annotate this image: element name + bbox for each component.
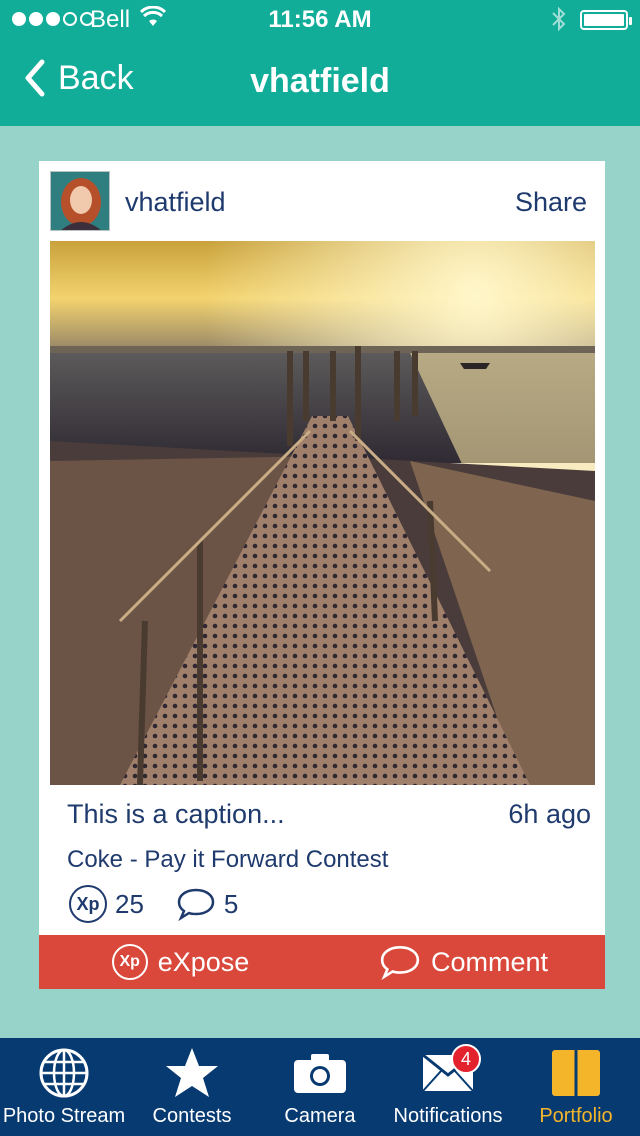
tab-photo-stream[interactable]: Photo Stream <box>0 1038 128 1136</box>
status-bar: Bell 11:56 AM <box>0 0 640 40</box>
comment-stat: 5 <box>176 887 238 921</box>
comment-bubble-icon <box>380 945 420 980</box>
post-photo[interactable] <box>50 241 595 785</box>
tab-portfolio[interactable]: Portfolio <box>512 1038 640 1136</box>
expose-label: eXpose <box>157 946 250 977</box>
comment-button[interactable]: Comment <box>322 935 605 989</box>
star-icon <box>164 1045 220 1101</box>
contest-link[interactable]: Coke - Pay it Forward Contest <box>67 846 388 874</box>
post-stats: Xp 25 5 <box>69 885 238 923</box>
tab-contests[interactable]: Contests <box>128 1038 256 1136</box>
post-timestamp: 6h ago <box>508 799 591 829</box>
notification-count-badge: 4 <box>451 1044 481 1074</box>
tab-label: Photo Stream <box>2 1105 126 1127</box>
comment-count: 5 <box>223 888 239 919</box>
post-caption: This is a caption... <box>67 799 285 829</box>
tab-camera[interactable]: Camera <box>256 1038 384 1136</box>
post-card: vhatfield Share This is a caption... 6h … <box>39 161 605 989</box>
book-icon <box>550 1045 602 1101</box>
post-action-bar: Xp eXpose Comment <box>39 935 605 989</box>
post-username[interactable]: vhatfield <box>125 187 226 218</box>
tab-label: Notifications <box>393 1105 503 1127</box>
xp-count: 25 <box>115 888 144 919</box>
xp-icon: Xp <box>69 885 107 923</box>
comment-label: Comment <box>430 946 549 977</box>
avatar[interactable] <box>50 171 110 231</box>
bluetooth-icon <box>550 6 568 38</box>
expose-button[interactable]: Xp eXpose <box>39 935 322 989</box>
page-title: vhatfield <box>250 62 390 100</box>
tab-bar: Photo Stream Contests Camera 4 Notificat… <box>0 1038 640 1136</box>
globe-icon <box>38 1045 90 1101</box>
share-button[interactable]: Share <box>515 187 587 218</box>
tab-label: Camera <box>284 1105 356 1127</box>
tab-label: Contests <box>152 1105 232 1127</box>
xp-icon: Xp <box>111 944 148 980</box>
header: Bell 11:56 AM Back vhatfield <box>0 0 640 126</box>
camera-icon <box>293 1045 347 1101</box>
tab-notifications[interactable]: 4 Notifications <box>384 1038 512 1136</box>
xp-stat: Xp 25 <box>69 885 144 923</box>
tab-label: Portfolio <box>539 1105 613 1127</box>
battery-icon <box>580 10 632 30</box>
comment-bubble-icon <box>177 888 215 921</box>
clock: 11:56 AM <box>268 6 372 33</box>
